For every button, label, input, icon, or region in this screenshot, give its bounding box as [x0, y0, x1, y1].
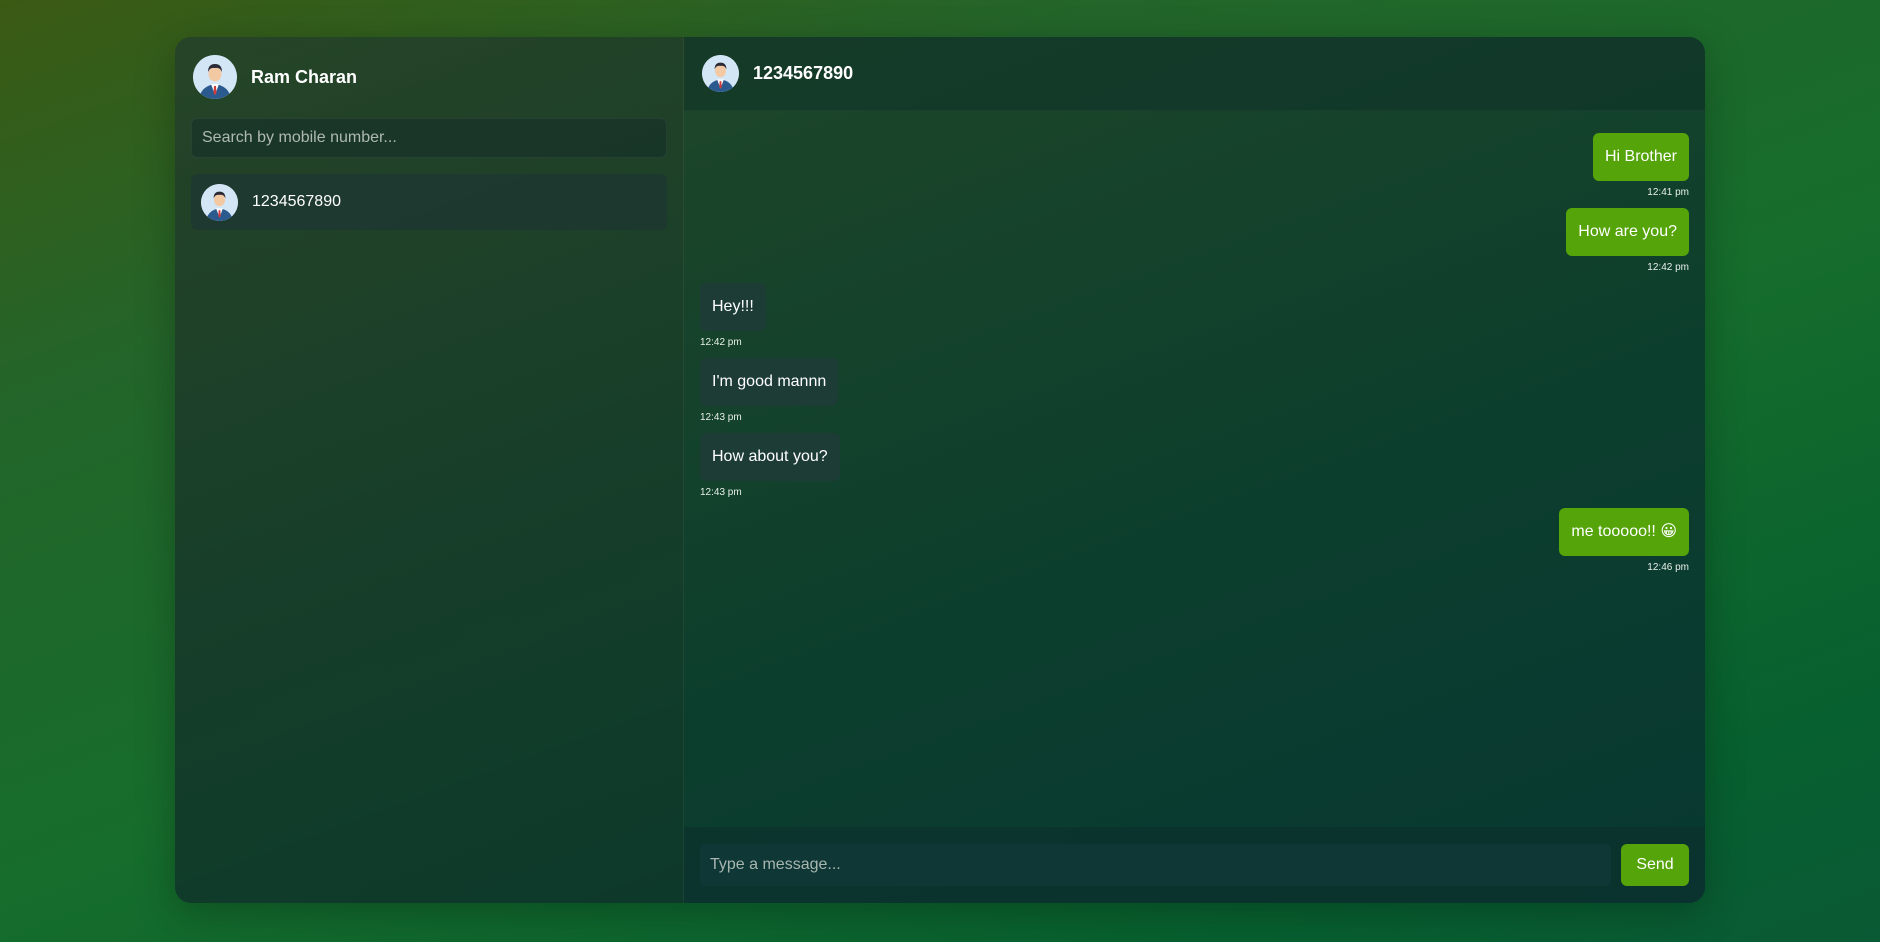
sidebar: Ram Charan 1234567890 — [175, 37, 684, 903]
contact-item[interactable]: 1234567890 — [191, 174, 667, 230]
message-outgoing: How are you? 12:42 pm — [700, 208, 1689, 273]
message-incoming: How about you? 12:43 pm — [700, 433, 1689, 498]
profile-name: Ram Charan — [251, 66, 358, 87]
user-profile: Ram Charan — [193, 55, 667, 99]
message-bubble: How are you? — [1566, 208, 1689, 256]
chat-title: 1234567890 — [753, 63, 854, 83]
chat-header: 1234567890 — [684, 37, 1705, 111]
user-avatar-icon — [201, 183, 238, 221]
message-bubble: Hi Brother — [1592, 133, 1689, 181]
message-bubble: Hey!!! — [700, 283, 766, 331]
message-bubble: I'm good mannn — [700, 358, 839, 406]
contact-name: 1234567890 — [252, 193, 341, 210]
message-incoming: I'm good mannn 12:43 pm — [700, 358, 1689, 423]
send-button[interactable]: Send — [1621, 844, 1689, 886]
message-incoming: Hey!!! 12:42 pm — [700, 283, 1689, 348]
message-list: Hi Brother 12:41 pm How are you? 12:42 p… — [684, 111, 1705, 827]
message-time: 12:41 pm — [1647, 187, 1689, 198]
search-input[interactable] — [191, 118, 667, 158]
message-outgoing: me tooooo!! 😀 12:46 pm — [700, 508, 1689, 573]
message-bubble: me tooooo!! 😀 — [1559, 508, 1689, 556]
message-time: 12:43 pm — [700, 412, 742, 423]
message-time: 12:42 pm — [700, 337, 742, 348]
message-time: 12:42 pm — [1647, 262, 1689, 273]
user-avatar-icon — [702, 55, 739, 92]
message-bubble: How about you? — [700, 433, 840, 481]
chat-panel: 1234567890 Hi Brother 12:41 pm How are y… — [684, 37, 1705, 903]
message-input[interactable] — [700, 844, 1611, 886]
chat-app-window: Ram Charan 1234567890 — [175, 37, 1705, 903]
message-composer: Send — [684, 827, 1705, 903]
message-time: 12:43 pm — [700, 487, 742, 498]
user-avatar-icon[interactable] — [193, 55, 237, 99]
message-time: 12:46 pm — [1647, 562, 1689, 573]
message-outgoing: Hi Brother 12:41 pm — [700, 133, 1689, 198]
